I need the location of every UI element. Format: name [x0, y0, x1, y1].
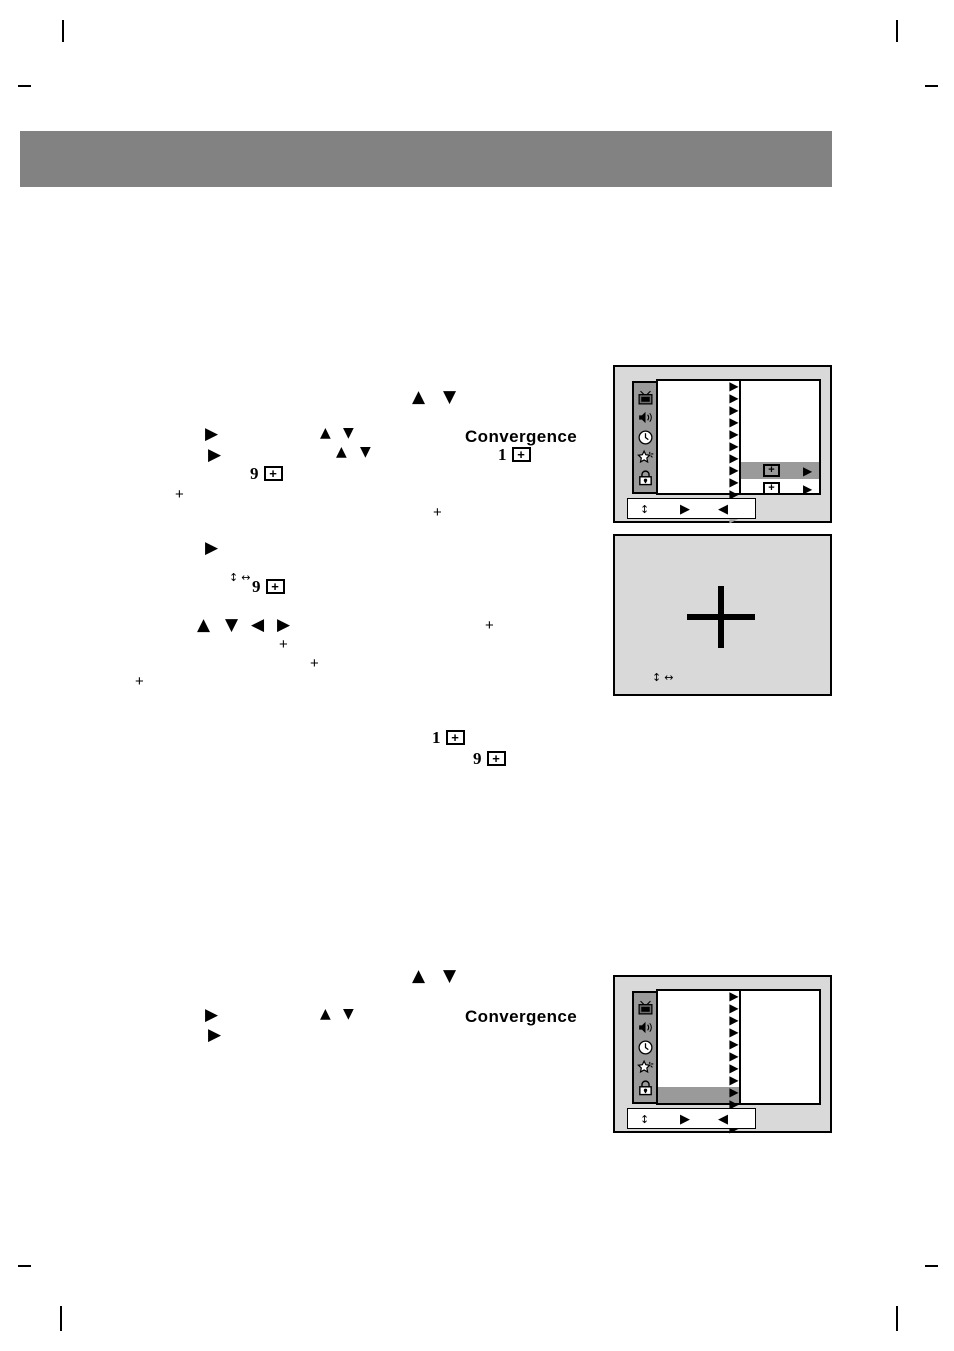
- updown-arrow-icon: ↕: [651, 671, 661, 684]
- left-arrow-icon: ◀: [718, 502, 728, 517]
- crop-mark-bottom-left-horizontal: [18, 1265, 31, 1267]
- up-arrow-icon: ▲: [320, 425, 331, 441]
- up-arrow-icon: ▲: [412, 387, 426, 407]
- leftright-arrow-icon: ↔: [664, 671, 673, 684]
- osd-icon-rail: [632, 381, 658, 494]
- down-arrow-icon: ▼: [443, 966, 457, 986]
- updown-arrow-icon: ↕: [229, 571, 238, 584]
- plus-mark: +: [433, 504, 442, 521]
- updown-arrow-icon: ↕: [640, 503, 649, 516]
- osd-crosshair-hint: ↕ ↔: [637, 661, 673, 694]
- left-arrow-icon: ◀: [251, 615, 265, 635]
- up-arrow-icon: ▲: [336, 444, 347, 460]
- crop-mark-bottom-right-vertical: [896, 1306, 898, 1331]
- updown-leftright-icon: ↕ ↔: [224, 561, 250, 584]
- left-arrow-icon: ◀: [718, 1112, 728, 1127]
- crop-mark-top-right-vertical: [896, 20, 898, 42]
- plus-mark: +: [175, 486, 184, 503]
- up-arrow-icon: ▲: [412, 966, 426, 986]
- plus-key-icon: +: [445, 730, 465, 745]
- plus-mark: +: [310, 655, 319, 672]
- crop-mark-top-right-horizontal: [925, 85, 938, 87]
- page-header-band: [20, 131, 832, 187]
- down-arrow-icon: ▼: [360, 444, 371, 460]
- leftright-arrow-icon: ↔: [241, 571, 250, 584]
- plus-key-icon: +: [511, 447, 531, 462]
- plus-key-icon: +: [265, 579, 285, 594]
- osd-status-bar: ↕ ▶ ◀: [627, 1108, 756, 1129]
- crop-mark-bottom-left-vertical: [60, 1306, 62, 1331]
- osd-detail-panel[interactable]: + ▶ + ▶: [739, 379, 821, 495]
- right-arrow-icon: ▶: [205, 1005, 219, 1025]
- right-arrow-icon: ▶: [205, 538, 219, 558]
- right-arrow-icon: ▶: [208, 1025, 222, 1045]
- right-arrow-icon: ▶: [803, 482, 813, 496]
- right-arrow-icon: ▶: [277, 615, 291, 635]
- up-arrow-icon: ▲: [320, 1006, 331, 1022]
- osd-detail-panel[interactable]: [739, 989, 821, 1105]
- tv-icon[interactable]: [637, 999, 654, 1016]
- osd-row-highlighted[interactable]: [658, 1087, 739, 1103]
- key-number: 1: [498, 445, 507, 464]
- right-arrow-icon: ▶: [205, 424, 219, 444]
- plus-mark: +: [135, 673, 144, 690]
- crop-mark-top-left-horizontal: [18, 85, 31, 87]
- plus-mark: +: [279, 636, 288, 653]
- heading-convergence-bottom: Convergence: [465, 1007, 578, 1026]
- lock-icon[interactable]: [637, 1079, 654, 1096]
- right-arrow-icon: ▶: [680, 1112, 690, 1127]
- down-arrow-icon: ▼: [343, 1006, 354, 1022]
- plus-key-icon: +: [263, 466, 283, 481]
- key-badge-9: 9 +: [252, 578, 285, 595]
- key-badge-1: 1 +: [498, 446, 531, 463]
- key-number: 1: [432, 728, 441, 747]
- key-number: 9: [252, 577, 261, 596]
- crop-mark-bottom-right-horizontal: [925, 1265, 938, 1267]
- plus-key-icon: +: [486, 751, 506, 766]
- key-badge-9: 9 +: [473, 750, 506, 767]
- plus-key-icon: +: [763, 464, 780, 477]
- key-badge-1: 1 +: [432, 729, 465, 746]
- key-number: 9: [473, 749, 482, 768]
- osd-menu-top: ▶ ▶ ▶ ▶ ▶ ▶ ▶ ▶ ▶ ▶ ▶ ▶ + ▶ + ▶ ↕ ▶ ◀: [613, 365, 832, 524]
- star-icon[interactable]: [636, 449, 654, 466]
- key-number: 9: [250, 464, 259, 483]
- updown-arrow-icon: ↕: [640, 1113, 649, 1126]
- key-badge-9: 9 +: [250, 465, 283, 482]
- down-arrow-icon: ▼: [225, 615, 239, 635]
- plus-mark: +: [485, 617, 494, 634]
- crosshair-horizontal-bar: [687, 614, 755, 620]
- osd-crosshair-screen: ↕ ↔: [613, 534, 832, 696]
- heading-convergence-top: Convergence: [465, 427, 578, 446]
- crop-mark-top-left-vertical: [62, 20, 64, 42]
- down-arrow-icon: ▼: [343, 425, 354, 441]
- osd-icon-rail: [632, 991, 658, 1104]
- clock-icon[interactable]: [637, 1039, 654, 1056]
- star-icon[interactable]: [636, 1059, 654, 1076]
- right-arrow-icon: ▶: [680, 502, 690, 517]
- right-arrow-icon: ▶: [803, 464, 813, 478]
- down-arrow-icon: ▼: [443, 387, 457, 407]
- speaker-icon[interactable]: [637, 1019, 654, 1036]
- lock-icon[interactable]: [637, 469, 654, 486]
- speaker-icon[interactable]: [637, 409, 654, 426]
- right-arrow-icon: ▶: [208, 445, 222, 465]
- plus-key-icon: +: [763, 482, 780, 495]
- tv-icon[interactable]: [637, 389, 654, 406]
- clock-icon[interactable]: [637, 429, 654, 446]
- osd-status-bar: ↕ ▶ ◀: [627, 498, 756, 519]
- up-arrow-icon: ▲: [197, 615, 211, 635]
- osd-menu-bottom: ▶ ▶ ▶ ▶ ▶ ▶ ▶ ▶ ▶ ▶ ▶ ▶ ↕ ▶ ◀: [613, 975, 832, 1134]
